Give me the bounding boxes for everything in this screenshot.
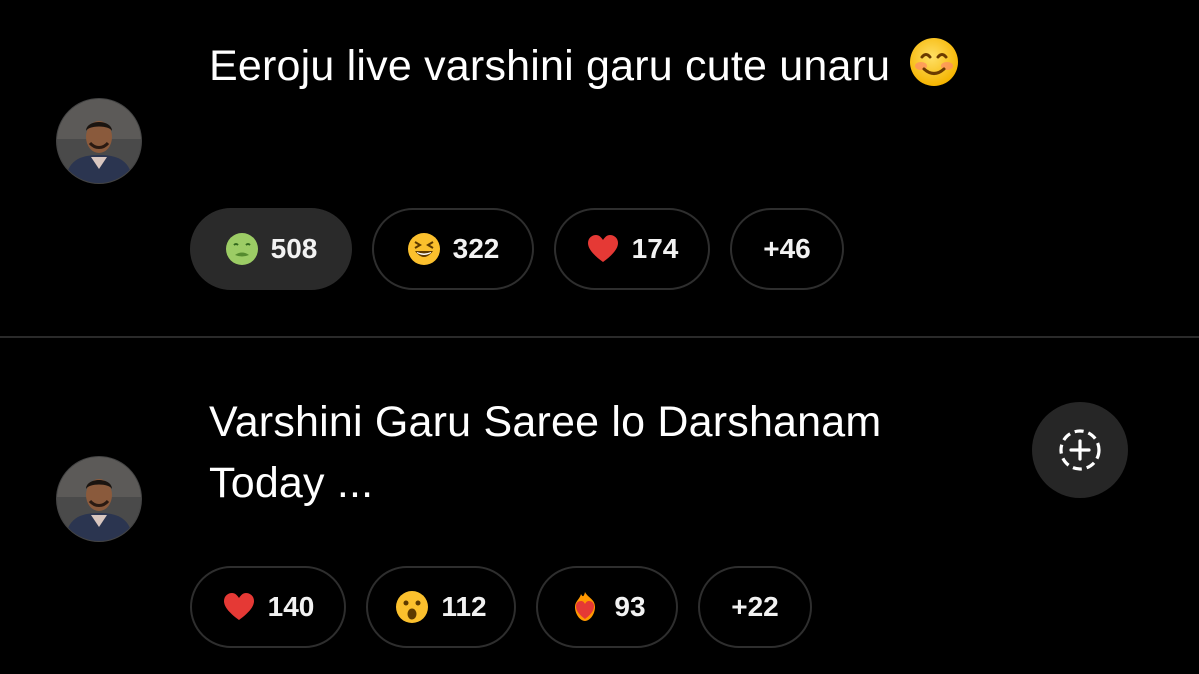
smiling-face-icon [908, 36, 960, 88]
add-reaction-icon [1059, 429, 1101, 471]
post-text: Eeroju live varshini garu cute unaru [209, 36, 969, 97]
reaction-chip-heart[interactable]: 140 [190, 566, 346, 648]
reaction-chip-heart-on-fire[interactable]: 93 [536, 566, 678, 648]
post-text-content: Eeroju live varshini garu cute unaru [209, 42, 891, 90]
post-text: Varshini Garu Saree lo Darshanam Today .… [209, 392, 969, 514]
reaction-chip-laughing[interactable]: 322 [372, 208, 534, 290]
red-heart-icon [222, 590, 256, 624]
reaction-chip-nauseated[interactable]: 508 [190, 208, 352, 290]
reaction-bar: 508 322 174 +46 [190, 208, 844, 290]
reaction-count: 174 [631, 233, 679, 264]
avatar[interactable] [56, 456, 142, 542]
reaction-count: 112 [441, 591, 487, 622]
heart-on-fire-icon [568, 590, 602, 624]
reaction-count: 93 [614, 591, 646, 622]
grinning-squinting-face-icon [407, 232, 441, 266]
post-text-content: Varshini Garu Saree lo Darshanam Today .… [209, 398, 882, 507]
avatar-image [57, 457, 141, 541]
reaction-chip-astonished[interactable]: 112 [366, 566, 516, 648]
avatar[interactable] [56, 98, 142, 184]
more-reactions-chip[interactable]: +22 [698, 566, 812, 648]
feed: Eeroju live varshini garu cute unaru 508… [0, 0, 1199, 674]
more-reactions-count: +22 [731, 591, 779, 622]
post-card: Eeroju live varshini garu cute unaru 508… [0, 0, 1199, 336]
reaction-count: 322 [452, 233, 500, 264]
reaction-count: 508 [270, 233, 318, 264]
nauseated-face-icon [225, 232, 259, 266]
more-reactions-chip[interactable]: +46 [730, 208, 844, 290]
post-card: Varshini Garu Saree lo Darshanam Today .… [0, 338, 1199, 674]
reaction-chip-heart[interactable]: 174 [554, 208, 710, 290]
add-reaction-button[interactable] [1032, 402, 1128, 498]
reaction-bar: 140 112 93 +22 [190, 566, 812, 648]
reaction-count: 140 [267, 591, 315, 622]
avatar-image [57, 99, 141, 183]
astonished-face-icon [395, 590, 429, 624]
more-reactions-count: +46 [763, 233, 811, 264]
red-heart-icon [586, 232, 620, 266]
